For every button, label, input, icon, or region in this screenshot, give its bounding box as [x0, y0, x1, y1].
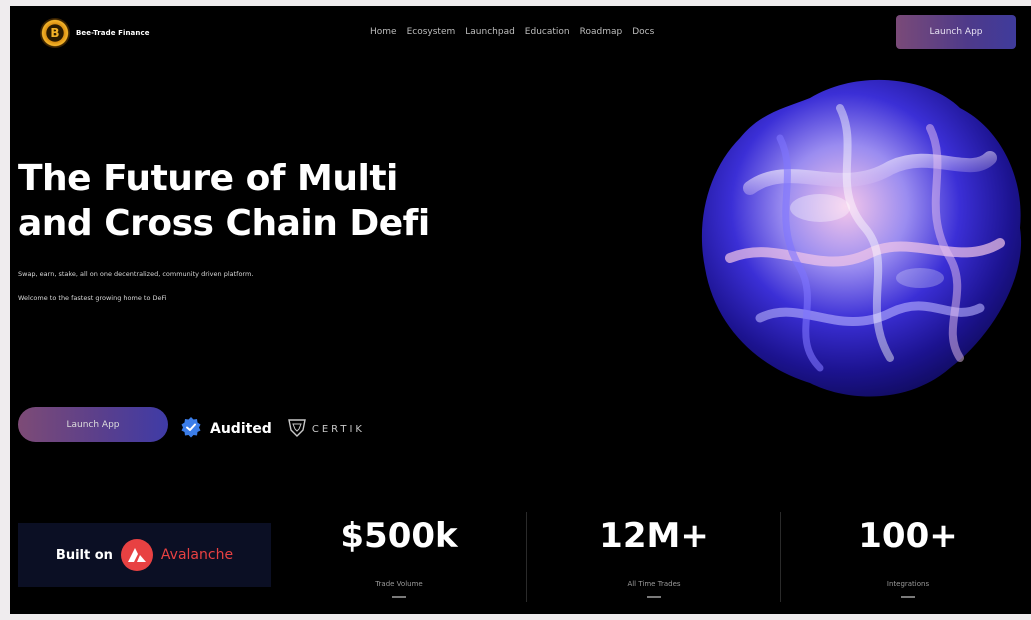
main-nav: Home Ecosystem Launchpad Education Roadm…	[370, 27, 654, 37]
certik-logo: CERTIK	[286, 416, 365, 442]
stat-divider	[780, 512, 781, 602]
certik-shield-icon	[286, 416, 308, 442]
nav-item-roadmap[interactable]: Roadmap	[580, 27, 623, 37]
stat-value: $500k	[340, 516, 458, 556]
built-on-avalanche-card: Built on Avalanche	[18, 523, 271, 587]
built-on-label: Built on	[55, 547, 113, 563]
nav-item-education[interactable]: Education	[525, 27, 570, 37]
verified-check-icon	[180, 416, 202, 442]
stat-label: Trade Volume	[375, 580, 423, 588]
bee-logo-icon: B	[40, 18, 70, 48]
launch-app-button-hero[interactable]: Launch App	[18, 407, 168, 442]
certik-label: CERTIK	[311, 423, 365, 435]
audited-label: Audited	[210, 421, 272, 437]
hero-tagline: Welcome to the fastest growing home to D…	[18, 294, 167, 302]
brand-logo[interactable]: B Bee-Trade Finance	[40, 18, 150, 48]
audit-badge: Audited CERTIK	[180, 416, 365, 442]
stat-underline	[647, 596, 661, 598]
page-frame: B Bee-Trade Finance Home Ecosystem Launc…	[10, 6, 1031, 614]
hero-3d-blob-image	[690, 68, 1030, 408]
stat-all-time-trades: 12M+ All Time Trades	[534, 516, 774, 606]
nav-item-launchpad[interactable]: Launchpad	[465, 27, 515, 37]
nav-item-ecosystem[interactable]: Ecosystem	[407, 27, 456, 37]
nav-item-docs[interactable]: Docs	[632, 27, 654, 37]
stat-integrations: 100+ Integrations	[788, 516, 1028, 606]
brand-name: Bee-Trade Finance	[76, 29, 150, 37]
hero-headline: The Future of Multi and Cross Chain Defi	[18, 156, 430, 246]
stat-label: Integrations	[886, 580, 930, 588]
hero-headline-line1: The Future of Multi	[18, 158, 398, 199]
stat-value: 100+	[858, 516, 958, 556]
stat-underline	[901, 596, 915, 598]
launch-app-button-header[interactable]: Launch App	[896, 15, 1016, 49]
stat-value: 12M+	[599, 516, 709, 556]
stat-trade-volume: $500k Trade Volume	[279, 516, 519, 606]
stat-underline	[392, 596, 406, 598]
stat-divider	[526, 512, 527, 602]
hero-headline-line2: and Cross Chain Defi	[18, 203, 430, 244]
stat-label: All Time Trades	[627, 580, 681, 588]
hero-subtitle: Swap, earn, stake, all on one decentrali…	[18, 270, 254, 278]
nav-item-home[interactable]: Home	[370, 27, 397, 37]
avalanche-label: Avalanche	[160, 547, 234, 563]
avalanche-logo-icon	[120, 539, 153, 571]
